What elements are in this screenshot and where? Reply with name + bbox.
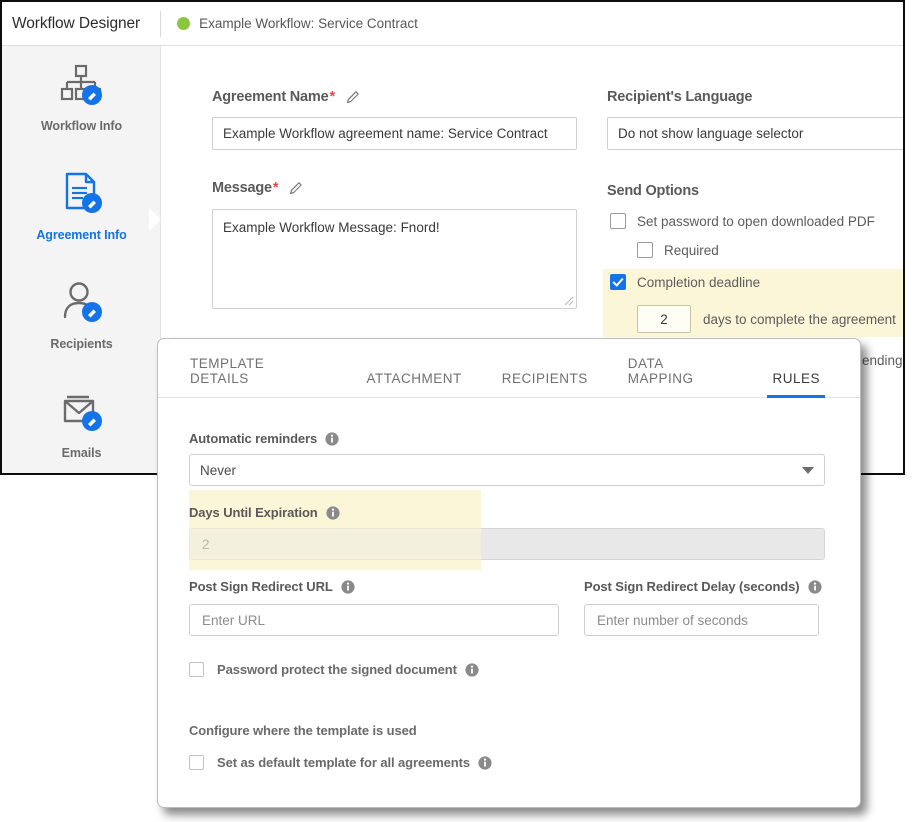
info-icon[interactable] [478, 755, 492, 770]
workflow-name-label: Example Workflow: Service Contract [199, 16, 418, 31]
template-rules-modal: TEMPLATE DETAILS ATTACHMENT RECIPIENTS D… [157, 338, 861, 808]
completion-deadline-label: Completion deadline [637, 274, 761, 290]
deadline-days-value: 2 [660, 311, 668, 327]
agreement-name-input[interactable]: Example Workflow agreement name: Service… [212, 117, 577, 150]
set-password-label: Set password to open downloaded PDF [637, 213, 875, 229]
post-sign-redirect-url-label: Post Sign Redirect URL [189, 579, 333, 594]
deadline-days-row: 2 days to complete the agreement [637, 305, 896, 333]
completion-deadline-checkbox[interactable] [610, 274, 626, 290]
required-checkbox[interactable] [637, 242, 653, 258]
days-until-expiration-label: Days Until Expiration [189, 505, 318, 520]
info-icon[interactable] [325, 431, 339, 446]
set-default-template-checkbox[interactable] [189, 755, 204, 770]
sidebar-item-emails[interactable]: Emails [2, 387, 161, 473]
automatic-reminders-select[interactable]: Never [189, 454, 825, 486]
modal-body: Automatic reminders Never Days Until Exp… [158, 398, 860, 807]
automatic-reminders-label-row: Automatic reminders [189, 431, 339, 446]
info-icon[interactable] [807, 579, 822, 594]
user-edit-icon [56, 278, 108, 328]
sidebar-item-workflow-info[interactable]: Workflow Info [2, 60, 161, 160]
agreement-name-label: Agreement Name [212, 89, 329, 105]
sidebar-item-label: Workflow Info [40, 119, 123, 133]
required-marker: * [329, 89, 335, 105]
message-label-row: Message * [212, 180, 304, 196]
post-sign-redirect-delay-label-row: Post Sign Redirect Delay (seconds) [584, 579, 822, 594]
post-sign-redirect-delay-input[interactable]: Enter number of seconds [584, 604, 819, 636]
recipients-language-label: Recipient's Language [607, 89, 753, 105]
automatic-reminders-label: Automatic reminders [189, 431, 318, 446]
password-protect-checkbox-row[interactable]: Password protect the signed document [189, 662, 479, 677]
email-image-edit-icon [56, 387, 108, 437]
status-dot-icon [177, 17, 191, 30]
sidebar-item-label: Emails [61, 446, 102, 460]
deadline-days-input[interactable]: 2 [637, 305, 691, 333]
set-password-checkbox-row[interactable]: Set password to open downloaded PDF [610, 213, 875, 229]
resize-handle-icon[interactable] [562, 294, 574, 306]
sidebar-item-label: Recipients [50, 337, 113, 351]
agreement-name-label-row: Agreement Name * [212, 89, 361, 105]
tab-data-mapping[interactable]: DATA MAPPING [628, 356, 733, 397]
info-icon[interactable] [341, 579, 355, 594]
sidebar-item-agreement-info[interactable]: Agreement Info [2, 169, 161, 269]
info-icon[interactable] [326, 505, 340, 520]
screen: Workflow Designer Example Workflow: Serv… [0, 0, 914, 822]
tab-rules[interactable]: RULES [767, 371, 825, 398]
post-sign-redirect-url-placeholder: Enter URL [202, 612, 266, 628]
required-checkbox-row[interactable]: Required [637, 242, 719, 258]
tab-attachment[interactable]: ATTACHMENT [367, 371, 462, 397]
message-textarea[interactable]: Example Workflow Message: Fnord! [212, 209, 577, 309]
pencil-icon[interactable] [345, 89, 361, 105]
days-until-expiration-input[interactable]: 2 [189, 528, 825, 560]
modal-tab-bar: TEMPLATE DETAILS ATTACHMENT RECIPIENTS D… [158, 339, 860, 398]
deadline-days-suffix: days to complete the agreement [703, 311, 896, 327]
agreement-name-value: Example Workflow agreement name: Service… [223, 126, 548, 141]
required-marker: * [272, 180, 279, 196]
recipients-language-select[interactable]: Do not show language selector [607, 117, 903, 150]
automatic-reminders-value: Never [200, 462, 237, 478]
days-until-expiration-value: 2 [202, 536, 210, 552]
message-label: Message [212, 180, 272, 196]
org-chart-edit-icon [56, 60, 108, 110]
document-edit-icon [56, 169, 108, 219]
sidebar: Workflow Info Agreement Info Recipients … [2, 46, 161, 473]
chevron-down-icon[interactable] [802, 466, 814, 474]
set-default-template-label: Set as default template for all agreemen… [217, 755, 470, 770]
app-header: Workflow Designer Example Workflow: Serv… [2, 2, 903, 46]
required-label: Required [664, 242, 719, 258]
post-sign-redirect-delay-placeholder: Enter number of seconds [597, 612, 748, 628]
send-options-heading: Send Options [607, 183, 699, 199]
password-protect-label: Password protect the signed document [217, 662, 457, 677]
page-title: Workflow Designer [12, 14, 141, 32]
completion-deadline-checkbox-row[interactable]: Completion deadline [610, 274, 760, 290]
pencil-icon[interactable] [288, 180, 304, 196]
post-sign-redirect-url-label-row: Post Sign Redirect URL [189, 579, 355, 594]
tab-recipients[interactable]: RECIPIENTS [502, 371, 588, 397]
header-divider [160, 10, 162, 37]
recipients-language-value: Do not show language selector [618, 126, 804, 141]
message-value: Example Workflow Message: Fnord! [223, 220, 440, 235]
active-item-pointer-icon [149, 199, 162, 239]
tab-template-details[interactable]: TEMPLATE DETAILS [190, 356, 327, 397]
partial-sending-text: ending [862, 353, 903, 368]
set-default-template-checkbox-row[interactable]: Set as default template for all agreemen… [189, 755, 492, 770]
post-sign-redirect-delay-label: Post Sign Redirect Delay (seconds) [584, 579, 800, 594]
sidebar-item-recipients[interactable]: Recipients [2, 278, 161, 378]
configure-heading: Configure where the template is used [189, 723, 417, 738]
post-sign-redirect-url-input[interactable]: Enter URL [189, 604, 559, 636]
days-until-expiration-label-row: Days Until Expiration [189, 505, 340, 520]
sidebar-item-label: Agreement Info [36, 228, 127, 242]
password-protect-checkbox[interactable] [189, 662, 204, 677]
info-icon[interactable] [465, 662, 479, 677]
set-password-checkbox[interactable] [610, 213, 626, 229]
